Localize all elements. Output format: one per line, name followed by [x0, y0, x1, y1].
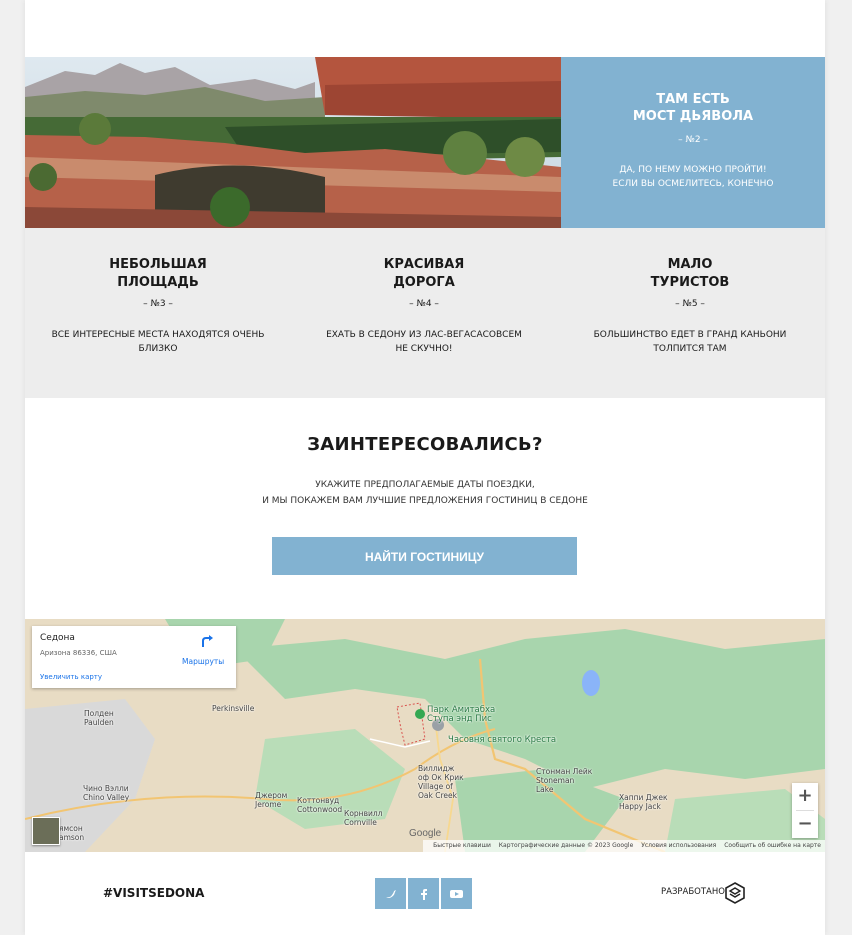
hashtag: #VISITSEDONA: [103, 886, 205, 900]
feature-desc-line2: БЛИЗКО: [138, 344, 178, 354]
map-label-cornville: Корнвилл Cornville: [344, 809, 383, 827]
directions-link[interactable]: Маршруты: [182, 657, 224, 666]
feature-desc-line1: ВСЕ ИНТЕРЕСНЫЕ МЕСТА НАХОДЯТСЯ ОЧЕНЬ: [51, 330, 265, 340]
interested-section: ЗАИНТЕРЕСОВАЛИСЬ? УКАЖИТЕ ПРЕДПОЛАГАЕМЫЕ…: [25, 398, 825, 619]
feature-number: – №4 –: [409, 299, 439, 309]
feature-desc-line2: ТОЛПИТСЯ ТАМ: [653, 344, 727, 354]
card-title-line2: МОСТ ДЬЯВОЛА: [632, 109, 754, 124]
feature-small-area: НЕБОЛЬШАЯ ПЛОЩАДЬ – №3 – ВСЕ ИНТЕРЕСНЫЕ …: [25, 228, 291, 398]
card-title: ТАМ ЕСТЬ МОСТ ДЬЯВОЛА: [561, 91, 825, 125]
card-description: ДА, ПО НЕМУ МОЖНО ПРОЙТИ! ЕСЛИ ВЫ ОСМЕЛИ…: [561, 163, 825, 191]
feature-few-tourists: МАЛО ТУРИСТОВ – №5 – БОЛЬШИНСТВО ЕДЕТ В …: [557, 228, 823, 398]
feature-title-line1: НЕБОЛЬШАЯ: [109, 257, 207, 272]
developer-logo-icon[interactable]: [725, 882, 745, 904]
google-logo: Google: [409, 828, 442, 839]
map-label-williamson: ямсон amson: [59, 824, 85, 842]
card-desc-line2: ЕСЛИ ВЫ ОСМЕЛИТЕСЬ, КОНЕЧНО: [612, 179, 774, 189]
enlarge-map-link[interactable]: Увеличить карту: [40, 673, 102, 681]
developed-by-label: РАЗРАБОТАНО: [661, 887, 725, 897]
feature-number: – №5 –: [675, 299, 705, 309]
feature-desc-line1: БОЛЬШИНСТВО ЕДЕТ В ГРАНД КАНЬОНИ: [593, 330, 787, 340]
map-label-chino-valley: Чино Вэлли Chino Valley: [83, 784, 130, 802]
top-strip: [25, 0, 825, 57]
footer: #VISITSEDONA РАЗРАБОТАНО: [25, 852, 825, 935]
youtube-button[interactable]: [441, 878, 472, 909]
google-map[interactable]: Полден Paulden Perkinsville Чино Вэлли C…: [25, 619, 825, 852]
card-title-line1: ТАМ ЕСТЬ: [656, 92, 730, 107]
map-label-jerome: Джером Jerome: [255, 791, 288, 809]
feature-title-line1: КРАСИВАЯ: [383, 257, 465, 272]
devils-bridge-card: ТАМ ЕСТЬ МОСТ ДЬЯВОЛА – №2 – ДА, ПО НЕМУ…: [561, 57, 825, 228]
map-label-village-oak-creek: Виллидж оф Ок Крик Village of Oak Creek: [418, 764, 464, 800]
map-zoom-controls: + −: [792, 783, 818, 838]
zoom-in-button[interactable]: +: [792, 783, 818, 810]
interested-text-line2: И МЫ ПОКАЖЕМ ВАМ ЛУЧШИЕ ПРЕДЛОЖЕНИЯ ГОСТ…: [262, 496, 588, 506]
find-hotel-button[interactable]: НАЙТИ ГОСТИНИЦУ: [272, 537, 577, 575]
card-number: – №2 –: [678, 135, 708, 145]
interested-text: УКАЖИТЕ ПРЕДПОЛАГАЕМЫЕ ДАТЫ ПОЕЗДКИ, И М…: [25, 477, 825, 509]
map-attribution: Быстрые клавиши Картографические данные …: [423, 840, 825, 852]
facebook-button[interactable]: [408, 878, 439, 909]
feature-beautiful-road: КРАСИВАЯ ДОРОГА – №4 – ЕХАТЬ В СЕДОНУ ИЗ…: [291, 228, 557, 398]
map-label-perkinsville: Perkinsville: [212, 704, 255, 713]
feature-title-line2: ТУРИСТОВ: [650, 275, 730, 290]
map-label-stoneman-lake: Стонман Лейк Stoneman Lake: [536, 767, 593, 794]
card-desc-line1: ДА, ПО НЕМУ МОЖНО ПРОЙТИ!: [619, 165, 767, 175]
map-label-happy-jack: Хаппи Джек Happy Jack: [619, 793, 668, 811]
map-label-cottonwood: Коттонвуд Cottonwood: [297, 796, 343, 814]
features-section: НЕБОЛЬШАЯ ПЛОЩАДЬ – №3 – ВСЕ ИНТЕРЕСНЫЕ …: [25, 228, 825, 398]
twitter-button[interactable]: [375, 878, 406, 909]
directions-icon[interactable]: [200, 634, 214, 648]
feature-number: – №3 –: [143, 299, 173, 309]
place-name: Седона: [40, 633, 75, 643]
page-container: ТАМ ЕСТЬ МОСТ ДЬЯВОЛА – №2 – ДА, ПО НЕМУ…: [25, 0, 825, 935]
place-address: Аризона 86336, США: [40, 649, 117, 657]
feature-desc-line2: НЕ СКУЧНО!: [395, 344, 453, 354]
terms-link[interactable]: Условия использования: [641, 842, 716, 849]
zoom-out-button[interactable]: −: [792, 811, 818, 838]
map-poi-amitabha-stupa[interactable]: Парк Амитабха Ступа энд Пис: [427, 706, 495, 724]
youtube-icon: [450, 889, 463, 898]
map-poi-chapel-holy-cross[interactable]: Часовня святого Креста: [448, 736, 556, 745]
satellite-toggle[interactable]: [32, 817, 60, 845]
hero-section: ТАМ ЕСТЬ МОСТ ДЬЯВОЛА – №2 – ДА, ПО НЕМУ…: [25, 57, 825, 228]
keyboard-shortcuts-link[interactable]: Быстрые клавиши: [433, 842, 491, 849]
map-data-text: Картографические данные © 2023 Google: [498, 842, 634, 849]
devils-bridge-photo: [25, 57, 561, 228]
feature-title-line2: ДОРОГА: [393, 275, 455, 290]
twitter-icon: [385, 889, 396, 898]
feature-desc-line1: ЕХАТЬ В СЕДОНУ ИЗ ЛАС-ВЕГАСАСОВСЕМ: [326, 330, 522, 340]
interested-text-line1: УКАЖИТЕ ПРЕДПОЛАГАЕМЫЕ ДАТЫ ПОЕЗДКИ,: [315, 480, 535, 490]
map-place-card: Седона Аризона 86336, США Увеличить карт…: [32, 626, 236, 688]
map-label-paulden: Полден Paulden: [84, 709, 114, 727]
interested-title: ЗАИНТЕРЕСОВАЛИСЬ?: [307, 434, 543, 455]
report-error-link[interactable]: Сообщить об ошибке на карте: [724, 842, 821, 849]
feature-title-line2: ПЛОЩАДЬ: [117, 275, 199, 290]
feature-title-line1: МАЛО: [667, 257, 713, 272]
facebook-icon: [420, 888, 427, 900]
